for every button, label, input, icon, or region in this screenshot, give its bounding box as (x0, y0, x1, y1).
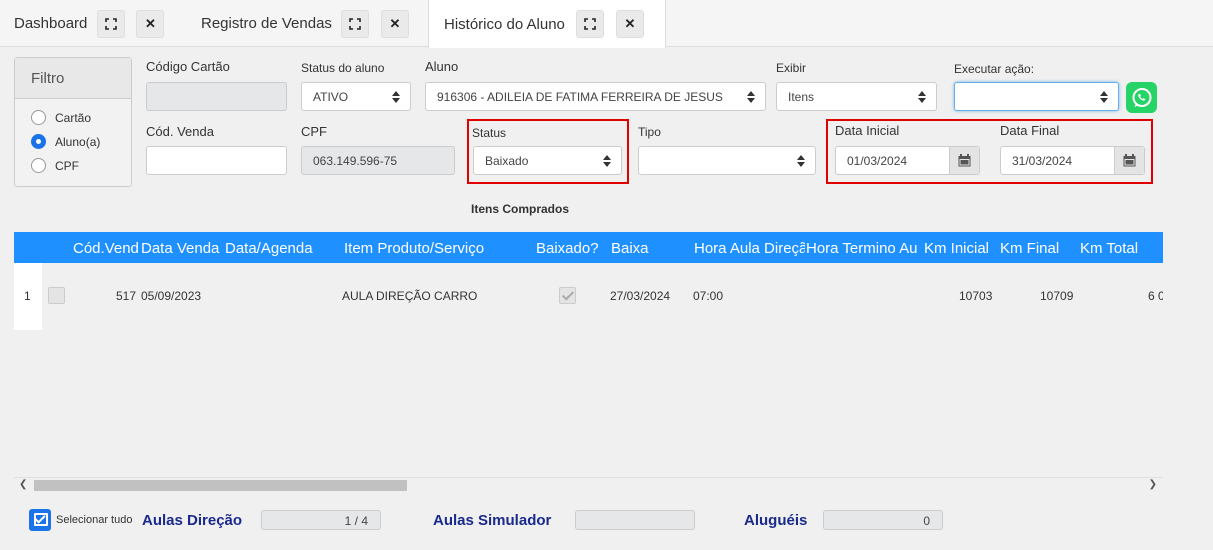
scroll-right-icon[interactable]: ❯ (1149, 479, 1157, 490)
cpf-input[interactable]: 063.149.596-75 (301, 146, 455, 175)
select-arrows-icon (392, 91, 400, 103)
radio-cartao-label: Cartão (55, 110, 92, 125)
exibir-label: Exibir (776, 61, 807, 75)
filter-option-aluno[interactable]: Aluno(a) (31, 134, 100, 149)
exibir-value: Itens (788, 89, 815, 104)
codigo-cartao-input[interactable] (146, 82, 287, 111)
close-icon[interactable]: ✕ (615, 10, 644, 38)
column-header[interactable]: Km Total (1080, 240, 1160, 257)
cod-venda-input[interactable] (146, 146, 287, 175)
filter-option-cpf[interactable]: CPF (31, 158, 79, 173)
column-header[interactable]: Baixado? (536, 240, 606, 257)
table-row[interactable]: 1 517 05/09/2023 AULA DIREÇÃO CARRO 27/0… (14, 263, 1163, 330)
column-header[interactable]: Km Inicial (924, 240, 1004, 257)
horizontal-scrollbar[interactable]: ❮ ❯ (14, 477, 1163, 492)
column-header[interactable]: Cód.Venda (73, 240, 139, 257)
tab-registro-vendas-label: Registro de Vendas (201, 15, 332, 32)
cell-baixa: 27/03/2024 (610, 289, 671, 303)
column-header[interactable]: Hora Termino Aula (806, 240, 917, 257)
select-arrows-icon (918, 91, 926, 103)
exibir-select[interactable]: Itens (776, 82, 937, 111)
radio-cartao[interactable] (31, 110, 46, 125)
grid-header: Cód.Venda Data Venda Data/Agenda Item Pr… (14, 232, 1163, 263)
row-select-checkbox[interactable] (48, 287, 65, 304)
cell-hora-aula: 07:00 (693, 289, 724, 303)
radio-aluno-label: Aluno(a) (55, 134, 101, 149)
scrollbar-thumb[interactable] (34, 480, 407, 491)
expand-icon[interactable] (97, 9, 126, 38)
whatsapp-icon[interactable] (1126, 82, 1157, 113)
status-highlight-box (467, 119, 629, 184)
tab-historico-aluno-label: Histórico do Aluno (444, 15, 565, 33)
tab-dashboard-label: Dashboard (14, 15, 88, 32)
date-range-highlight-box (826, 119, 1153, 184)
cell-km-final: 10709 (1040, 289, 1074, 303)
filter-panel: Filtro Cartão Aluno(a) CPF (14, 57, 132, 187)
tab-registro-vendas[interactable]: Registro de Vendas ✕ (201, 0, 409, 47)
select-arrows-icon (1100, 91, 1108, 103)
aulas-simulador-counter (575, 510, 695, 530)
column-header[interactable]: Baixa (611, 240, 681, 257)
aluno-value: 916306 - ADILEIA DE FATIMA FERREIRA DE J… (437, 89, 723, 104)
aulas-direcao-counter: 1 / 4 (261, 510, 381, 530)
column-header[interactable]: Data Venda (141, 240, 222, 257)
status-aluno-label: Status do aluno (301, 61, 385, 75)
cell-data-venda: 05/09/2023 (141, 289, 202, 303)
column-header[interactable]: Data/Agenda (225, 240, 329, 257)
radio-cpf[interactable] (31, 158, 46, 173)
cell-km-total: 6 0 (1148, 289, 1163, 303)
cell-cod-venda: 517 (116, 289, 137, 303)
close-icon[interactable]: ✕ (380, 9, 409, 38)
select-arrows-icon (747, 91, 755, 103)
executar-acao-select[interactable] (954, 82, 1119, 111)
alugueis-label: Aluguéis (744, 512, 808, 529)
filter-option-cartao[interactable]: Cartão (31, 110, 91, 125)
select-all-label: Selecionar tudo (56, 514, 133, 526)
select-arrows-icon (797, 155, 805, 167)
column-header[interactable]: Hora Aula Direção (694, 240, 805, 257)
cell-item: AULA DIREÇÃO CARRO (342, 289, 478, 303)
tab-historico-aluno[interactable]: Histórico do Aluno ✕ (428, 0, 666, 48)
tipo-select[interactable] (638, 146, 816, 175)
expand-icon[interactable] (575, 10, 604, 38)
cod-venda-label: Cód. Venda (146, 124, 214, 139)
tab-dashboard[interactable]: Dashboard ✕ (14, 0, 165, 47)
codigo-cartao-label: Código Cartão (146, 59, 230, 74)
executar-acao-label: Executar ação: (954, 62, 1035, 76)
expand-icon[interactable] (340, 9, 369, 38)
aluno-select[interactable]: 916306 - ADILEIA DE FATIMA FERREIRA DE J… (425, 82, 766, 111)
cell-baixado-checkbox (559, 287, 576, 304)
status-aluno-select[interactable]: ATIVO (301, 82, 411, 111)
items-grid: Cód.Venda Data Venda Data/Agenda Item Pr… (14, 232, 1163, 477)
radio-aluno[interactable] (31, 134, 46, 149)
status-aluno-value: ATIVO (313, 89, 349, 104)
radio-cpf-label: CPF (55, 158, 79, 173)
filter-title: Filtro (15, 58, 131, 99)
cpf-label: CPF (301, 124, 327, 139)
section-title: Itens Comprados (471, 202, 570, 216)
scroll-left-icon[interactable]: ❮ (19, 479, 27, 490)
row-index: 1 (14, 263, 42, 330)
checkbox-checked-icon[interactable] (29, 509, 51, 531)
aulas-direcao-label: Aulas Direção (142, 512, 243, 529)
close-icon[interactable]: ✕ (136, 9, 165, 38)
tab-bar: Dashboard ✕ Registro de Vendas ✕ Históri… (0, 0, 1213, 48)
aulas-simulador-label: Aulas Simulador (433, 512, 552, 529)
alugueis-counter: 0 (823, 510, 943, 530)
cell-km-inicial: 10703 (959, 289, 993, 303)
tipo-label: Tipo (638, 125, 661, 139)
column-header[interactable]: Km Final (1000, 240, 1070, 257)
column-header[interactable]: Item Produto/Serviço (344, 240, 522, 257)
aluno-label: Aluno (425, 59, 459, 74)
select-all-checkbox[interactable]: Selecionar tudo (29, 509, 132, 531)
